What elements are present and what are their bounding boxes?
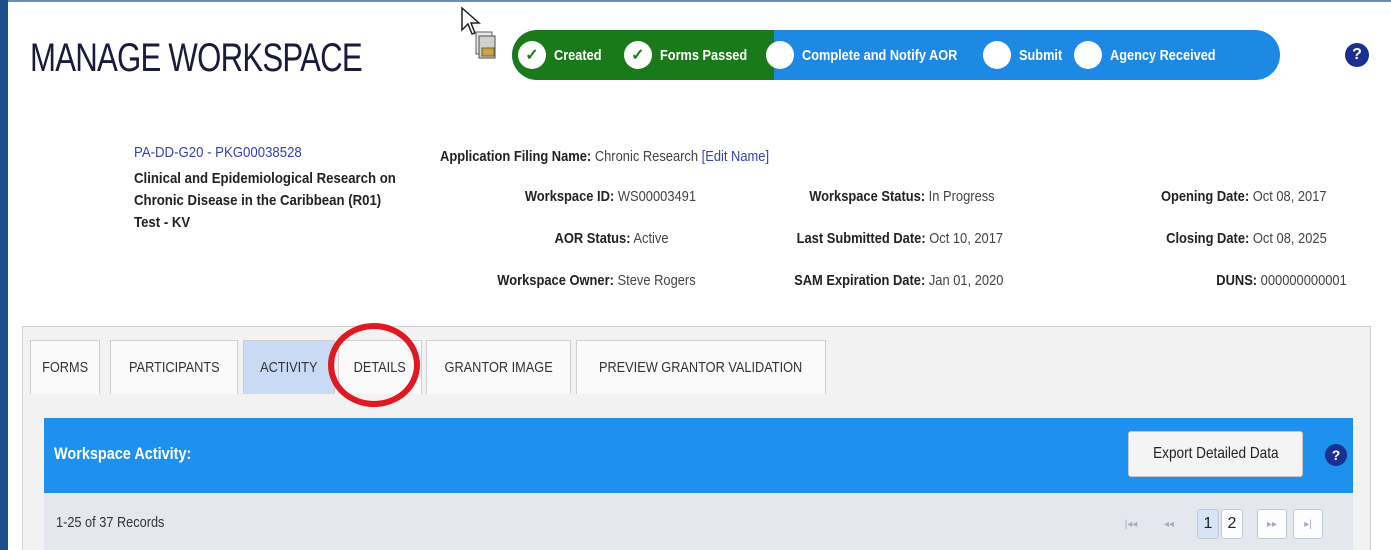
highlight-circle-annotation xyxy=(328,323,420,407)
closing-date-label: Closing Date: xyxy=(1166,230,1250,247)
prev-page-icon[interactable]: ◂◂ xyxy=(1158,509,1180,539)
pending-step-icon xyxy=(766,41,795,69)
duns-label: DUNS: xyxy=(1216,272,1258,289)
closing-date-row: Closing Date: Oct 08, 2025 xyxy=(1166,230,1327,247)
progress-step-submit: Submit xyxy=(983,30,1070,80)
progress-step-label: Forms Passed xyxy=(659,46,748,64)
records-toolbar xyxy=(44,493,1353,550)
progress-step-label: Complete and Notify AOR xyxy=(802,46,958,64)
pending-step-icon xyxy=(983,41,1012,69)
duns-value: 000000000001 xyxy=(1260,272,1347,289)
mouse-cursor-icon xyxy=(461,6,496,59)
workspace-status-label: Workspace Status: xyxy=(809,188,926,205)
check-icon: ✓ xyxy=(518,41,546,69)
filing-name-label: Application Filing Name: xyxy=(440,148,592,165)
progress-step-label: Created xyxy=(554,46,602,64)
aor-status-label: AOR Status: xyxy=(555,230,631,247)
package-id-link[interactable]: PA-DD-G20 - PKG00038528 xyxy=(134,144,302,161)
progress-step-agency-received: Agency Received xyxy=(1074,30,1234,80)
opening-date-label: Opening Date: xyxy=(1161,188,1250,205)
progress-step-complete-notify-aor: Complete and Notify AOR xyxy=(766,30,985,80)
closing-date-value: Oct 08, 2025 xyxy=(1253,230,1327,247)
workspace-id-value: WS00003491 xyxy=(617,188,696,205)
check-icon: ✓ xyxy=(623,41,652,69)
tab-preview-grantor-validation[interactable]: PREVIEW GRANTOR VALIDATION xyxy=(576,340,826,394)
workspace-owner-value: Steve Rogers xyxy=(617,272,696,289)
window-left-border xyxy=(0,0,8,550)
opening-date-row: Opening Date: Oct 08, 2017 xyxy=(1161,188,1327,205)
export-detailed-data-button[interactable]: Export Detailed Data xyxy=(1128,431,1303,477)
export-button-label: Export Detailed Data xyxy=(1152,445,1279,462)
tab-label: FORMS xyxy=(41,359,89,376)
workspace-id-row: Workspace ID: WS00003491 xyxy=(525,188,696,205)
tab-label: GRANTOR IMAGE xyxy=(444,359,553,376)
tab-activity[interactable]: ACTIVITY xyxy=(243,340,335,394)
window-top-border xyxy=(0,0,1391,2)
first-page-icon[interactable]: |◂◂ xyxy=(1120,509,1142,539)
progress-step-label: Agency Received xyxy=(1110,46,1216,64)
application-progress-bar: ✓ Created ✓ Forms Passed Complete and No… xyxy=(512,30,1280,80)
last-submitted-row: Last Submitted Date: Oct 10, 2017 xyxy=(797,230,1003,247)
tab-label: PREVIEW GRANTOR VALIDATION xyxy=(599,359,803,376)
workspace-status-row: Workspace Status: In Progress xyxy=(810,188,995,205)
sam-expiration-label: SAM Expiration Date: xyxy=(793,272,925,289)
tab-forms[interactable]: FORMS xyxy=(30,340,100,394)
page-title: MANAGE WORKSPACE xyxy=(30,36,363,80)
tab-label: PARTICIPANTS xyxy=(128,359,220,376)
last-submitted-label: Last Submitted Date: xyxy=(796,230,926,247)
progress-step-label: Submit xyxy=(1019,46,1063,64)
filing-name-value: Chronic Research xyxy=(594,148,699,165)
aor-status-value: Active xyxy=(633,230,669,247)
pagination-page-2[interactable]: 2 xyxy=(1221,509,1243,539)
workspace-owner-label: Workspace Owner: xyxy=(497,272,615,289)
workspace-status-value: In Progress xyxy=(929,188,995,205)
sam-expiration-row: SAM Expiration Date: Jan 01, 2020 xyxy=(794,272,1003,289)
tab-grantor-image[interactable]: GRANTOR IMAGE xyxy=(426,340,571,394)
opportunity-title: Clinical and Epidemiological Research on… xyxy=(134,170,396,231)
tab-participants[interactable]: PARTICIPANTS xyxy=(110,340,238,394)
help-icon[interactable]: ? xyxy=(1345,43,1369,67)
filing-name-row: Application Filing Name: Chronic Researc… xyxy=(440,148,769,165)
opening-date-value: Oct 08, 2017 xyxy=(1253,188,1327,205)
progress-step-created: ✓ Created xyxy=(518,30,610,80)
progress-step-forms-passed: ✓ Forms Passed xyxy=(623,30,763,80)
last-page-icon[interactable]: ▸| xyxy=(1293,509,1323,539)
help-icon[interactable]: ? xyxy=(1325,444,1347,466)
duns-row: DUNS: 000000000001 xyxy=(1216,272,1347,289)
records-count: 1-25 of 37 Records xyxy=(56,514,165,531)
aor-status-row: AOR Status: Active xyxy=(555,230,669,247)
last-submitted-value: Oct 10, 2017 xyxy=(929,230,1003,247)
edit-name-link[interactable]: [Edit Name] xyxy=(702,148,769,165)
pagination-page-1[interactable]: 1 xyxy=(1197,509,1219,539)
tab-label: ACTIVITY xyxy=(260,359,318,376)
sam-expiration-value: Jan 01, 2020 xyxy=(928,272,1003,289)
workspace-id-label: Workspace ID: xyxy=(524,188,615,205)
pending-step-icon xyxy=(1074,41,1103,69)
next-page-icon[interactable]: ▸▸ xyxy=(1257,509,1287,539)
activity-panel-title: Workspace Activity: xyxy=(54,444,192,463)
workspace-owner-row: Workspace Owner: Steve Rogers xyxy=(498,272,696,289)
